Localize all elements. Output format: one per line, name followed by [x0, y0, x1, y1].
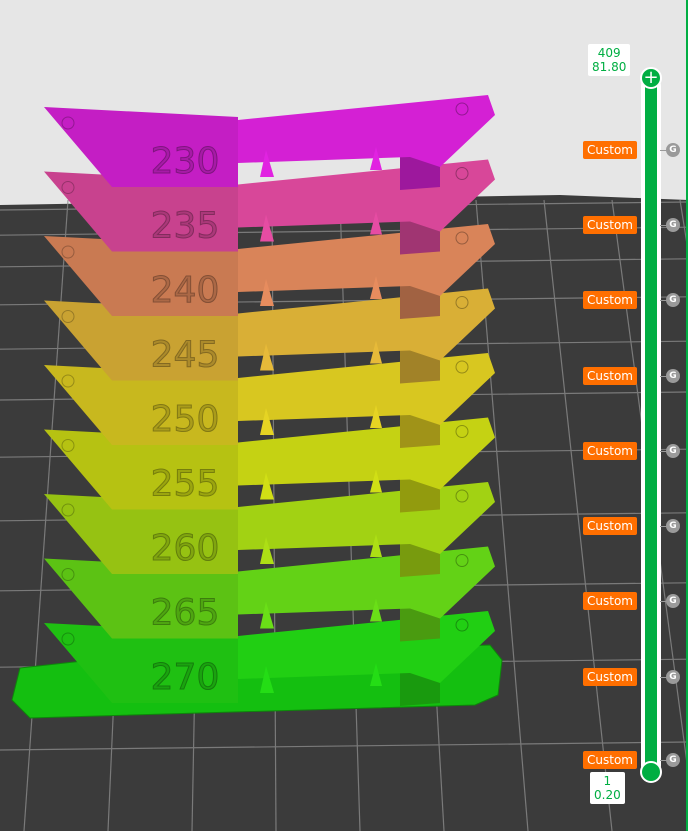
- custom-gcode-marker[interactable]: Custom: [583, 442, 637, 460]
- custom-gcode-marker[interactable]: Custom: [583, 367, 637, 385]
- custom-gcode-marker[interactable]: Custom: [583, 517, 637, 535]
- tier-temperature-label: 240: [151, 270, 220, 311]
- tier-temperature-label: 245: [151, 335, 220, 376]
- tier-temperature-label: 255: [151, 464, 220, 505]
- top-layer-handle[interactable]: +: [640, 67, 662, 89]
- custom-gcode-marker[interactable]: Custom: [583, 668, 637, 686]
- gcode-icon[interactable]: G: [666, 293, 680, 307]
- bottom-layer-height: 0.20: [594, 788, 621, 802]
- tier-temperature-label: 230: [151, 141, 220, 182]
- tier-temperature-label: 265: [151, 593, 220, 634]
- bottom-layer-handle[interactable]: [640, 761, 662, 783]
- gcode-icon[interactable]: G: [666, 369, 680, 383]
- custom-gcode-marker[interactable]: Custom: [583, 216, 637, 234]
- 3d-preview-viewport[interactable]: 270 265 260 255 250 245 240 235 230: [0, 0, 688, 831]
- custom-gcode-marker[interactable]: Custom: [583, 141, 637, 159]
- bottom-layer-label: 1 0.20: [590, 772, 625, 804]
- tier-temperature-label: 235: [151, 206, 220, 247]
- gcode-icon[interactable]: G: [666, 143, 680, 157]
- gcode-icon[interactable]: G: [666, 670, 680, 684]
- gcode-icon[interactable]: G: [666, 218, 680, 232]
- custom-gcode-marker[interactable]: Custom: [583, 751, 637, 769]
- gcode-icon[interactable]: G: [666, 753, 680, 767]
- layer-slider-range[interactable]: [645, 78, 657, 774]
- gcode-icon[interactable]: G: [666, 444, 680, 458]
- gcode-icon[interactable]: G: [666, 594, 680, 608]
- top-layer-number: 409: [597, 46, 621, 60]
- plus-icon: +: [643, 67, 659, 88]
- tier-temperature-label: 260: [151, 528, 220, 569]
- custom-gcode-marker[interactable]: Custom: [583, 291, 637, 309]
- custom-gcode-marker[interactable]: Custom: [583, 592, 637, 610]
- tower-tier-230: 230: [44, 95, 495, 190]
- top-layer-height: 81.80: [592, 60, 627, 74]
- top-layer-label: 409 81.80: [588, 44, 631, 76]
- tier-temperature-label: 270: [151, 657, 220, 698]
- tier-temperature-label: 250: [151, 399, 220, 440]
- bottom-layer-number: 1: [603, 774, 612, 788]
- gcode-icon[interactable]: G: [666, 519, 680, 533]
